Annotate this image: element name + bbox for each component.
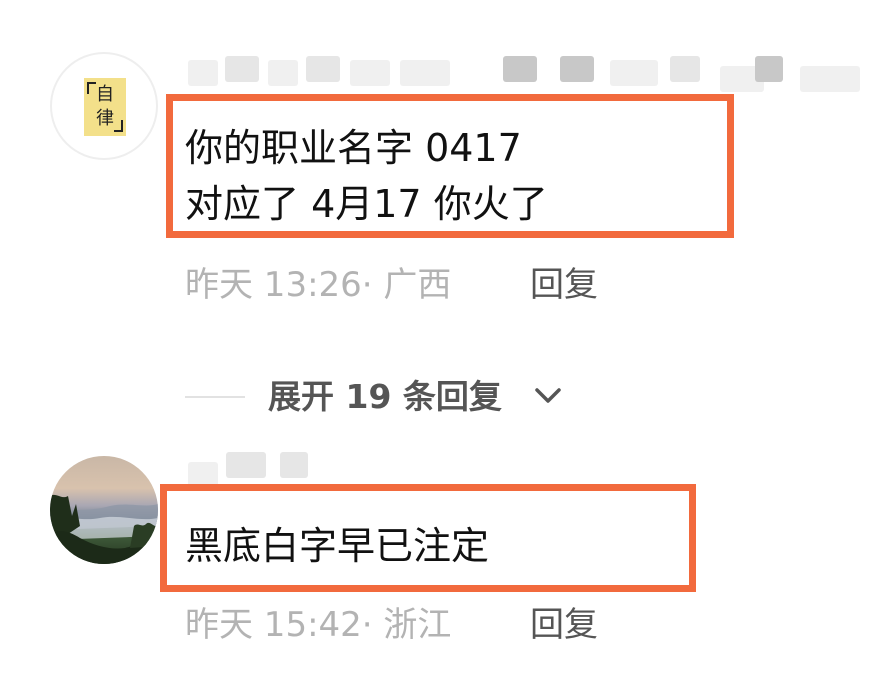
divider <box>185 396 245 398</box>
badge-char-1: 自 <box>96 84 114 105</box>
self-discipline-badge-icon: 自 律 <box>84 78 126 136</box>
comment-text-line: 你的职业名字 0417 <box>185 126 522 170</box>
comment-time-location: 昨天 15:42· 浙江 <box>185 605 452 645</box>
user-avatar[interactable]: 自 律 <box>50 52 158 160</box>
landscape-photo-avatar <box>50 494 158 564</box>
comment-text-line: 对应了 4月17 你火了 <box>185 182 548 226</box>
expand-replies-button[interactable]: 展开 19 条回复 <box>268 376 502 418</box>
reply-button[interactable]: 回复 <box>530 604 598 646</box>
reply-button[interactable]: 回复 <box>530 264 598 306</box>
user-avatar[interactable] <box>50 456 158 564</box>
comment-text-line: 黑底白字早已注定 <box>185 524 490 568</box>
comment-time-location: 昨天 13:26· 广西 <box>185 265 452 305</box>
chevron-down-icon[interactable] <box>532 382 564 410</box>
